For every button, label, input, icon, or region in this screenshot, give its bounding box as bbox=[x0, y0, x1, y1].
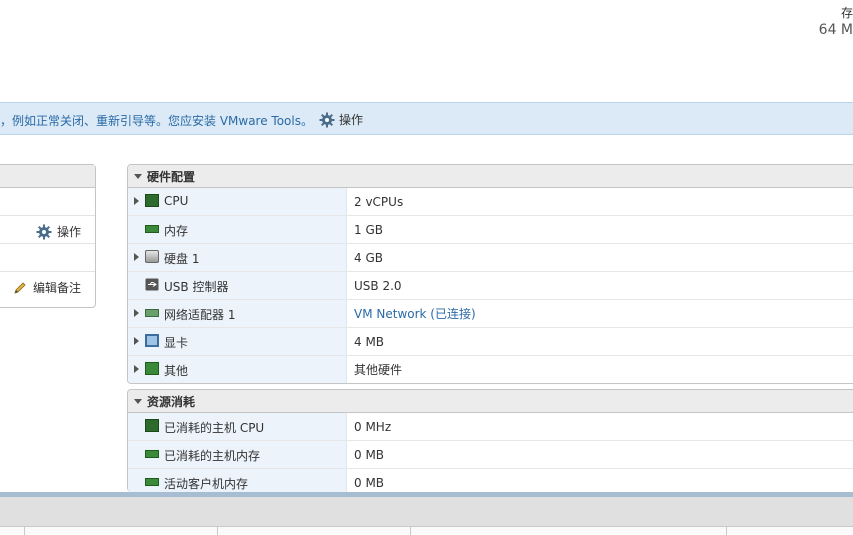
resource-consumption-panel: 资源消耗 已消耗的主机 CPU 0 MHz 已消耗的主机内存 0 MB 活动客户… bbox=[127, 389, 853, 492]
hw-row-other[interactable]: 其他 其他硬件 bbox=[128, 356, 853, 383]
res-label: 活动客户机内存 bbox=[164, 477, 249, 491]
hw-label: 内存 bbox=[164, 224, 189, 238]
notes-panel-header bbox=[0, 165, 95, 188]
res-row-host-cpu: 已消耗的主机 CPU 0 MHz bbox=[128, 413, 853, 441]
res-value: 0 MB bbox=[354, 447, 385, 462]
banner-actions-button[interactable]: 操作 bbox=[319, 111, 363, 128]
hw-label: 显卡 bbox=[164, 336, 189, 350]
expand-arrow-icon[interactable] bbox=[134, 253, 139, 261]
hw-label: CPU bbox=[164, 194, 189, 208]
recent-tasks-table-header bbox=[0, 526, 853, 535]
hw-row-hard-disk[interactable]: 硬盘 1 4 GB bbox=[128, 244, 853, 272]
notes-panel: 操作 编辑备注 bbox=[0, 164, 96, 308]
hardware-config-title: 硬件配置 bbox=[147, 169, 196, 184]
display-icon bbox=[145, 334, 159, 347]
banner-message: ，例如正常关闭、重新引导等。您应安装 VMware Tools。 bbox=[0, 114, 313, 128]
memory-icon bbox=[145, 478, 159, 486]
notes-actions-label: 操作 bbox=[56, 225, 81, 239]
storage-stat-label: 存 bbox=[840, 6, 853, 20]
notes-panel-row bbox=[0, 244, 95, 272]
hw-label: USB 控制器 bbox=[164, 280, 229, 294]
hw-label: 其他 bbox=[164, 364, 189, 378]
hw-label: 硬盘 1 bbox=[164, 252, 200, 266]
hw-value: 4 GB bbox=[354, 250, 383, 265]
edit-notes-label: 编辑备注 bbox=[32, 281, 81, 295]
hw-value: 其他硬件 bbox=[354, 363, 403, 377]
gear-icon bbox=[319, 112, 335, 127]
collapse-icon bbox=[134, 398, 142, 404]
hw-row-network-adapter[interactable]: 网络适配器 1 VM Network (已连接) bbox=[128, 300, 853, 328]
hw-row-usb: USB 控制器 USB 2.0 bbox=[128, 272, 853, 300]
res-value: 0 MB bbox=[354, 475, 385, 490]
gear-icon bbox=[36, 224, 52, 239]
expand-arrow-icon[interactable] bbox=[134, 337, 139, 345]
hw-value: USB 2.0 bbox=[354, 278, 402, 293]
res-value: 0 MHz bbox=[354, 419, 392, 434]
hardware-config-header[interactable]: 硬件配置 bbox=[128, 165, 853, 188]
network-adapter-icon bbox=[145, 309, 159, 317]
hw-row-memory: 内存 1 GB bbox=[128, 216, 853, 244]
notes-actions-button[interactable]: 操作 bbox=[36, 223, 81, 240]
resource-consumption-header[interactable]: 资源消耗 bbox=[128, 390, 853, 413]
hw-value: 2 vCPUs bbox=[354, 194, 404, 209]
pencil-icon bbox=[14, 281, 26, 294]
cpu-icon bbox=[145, 419, 159, 432]
res-label: 已消耗的主机 CPU bbox=[164, 421, 265, 435]
banner-actions-label: 操作 bbox=[339, 113, 364, 127]
collapse-icon bbox=[134, 173, 142, 179]
hard-disk-icon bbox=[145, 250, 159, 263]
hw-value: 1 GB bbox=[354, 222, 383, 237]
edit-notes-button[interactable]: 编辑备注 bbox=[12, 279, 81, 296]
hw-value: 4 MB bbox=[354, 334, 385, 349]
other-hardware-icon bbox=[145, 362, 159, 375]
expand-arrow-icon[interactable] bbox=[134, 197, 139, 205]
res-row-guest-memory: 活动客户机内存 0 MB bbox=[128, 469, 853, 492]
hw-row-cpu[interactable]: CPU 2 vCPUs bbox=[128, 188, 853, 216]
notes-panel-row bbox=[0, 188, 95, 216]
vm-network-link[interactable]: VM Network (已连接) bbox=[354, 305, 476, 322]
memory-icon bbox=[145, 225, 159, 233]
recent-tasks-bar[interactable] bbox=[0, 492, 853, 526]
expand-arrow-icon[interactable] bbox=[134, 309, 139, 317]
hw-row-display[interactable]: 显卡 4 MB bbox=[128, 328, 853, 356]
usb-icon bbox=[145, 278, 159, 291]
edit-notes-row: 编辑备注 bbox=[0, 272, 95, 299]
hw-label: 网络适配器 1 bbox=[164, 308, 236, 322]
memory-icon bbox=[145, 450, 159, 458]
hardware-config-panel: 硬件配置 CPU 2 vCPUs 内存 1 GB 硬盘 1 4 GB USB 控… bbox=[127, 164, 853, 384]
info-banner: ，例如正常关闭、重新引导等。您应安装 VMware Tools。 操作 bbox=[0, 102, 853, 135]
res-label: 已消耗的主机内存 bbox=[164, 449, 261, 463]
storage-stat-value: 64 M bbox=[818, 22, 853, 38]
res-row-host-memory: 已消耗的主机内存 0 MB bbox=[128, 441, 853, 469]
notes-actions-row: 操作 bbox=[0, 216, 95, 244]
expand-arrow-icon[interactable] bbox=[134, 365, 139, 373]
cpu-icon bbox=[145, 194, 159, 207]
resource-consumption-title: 资源消耗 bbox=[147, 394, 196, 409]
